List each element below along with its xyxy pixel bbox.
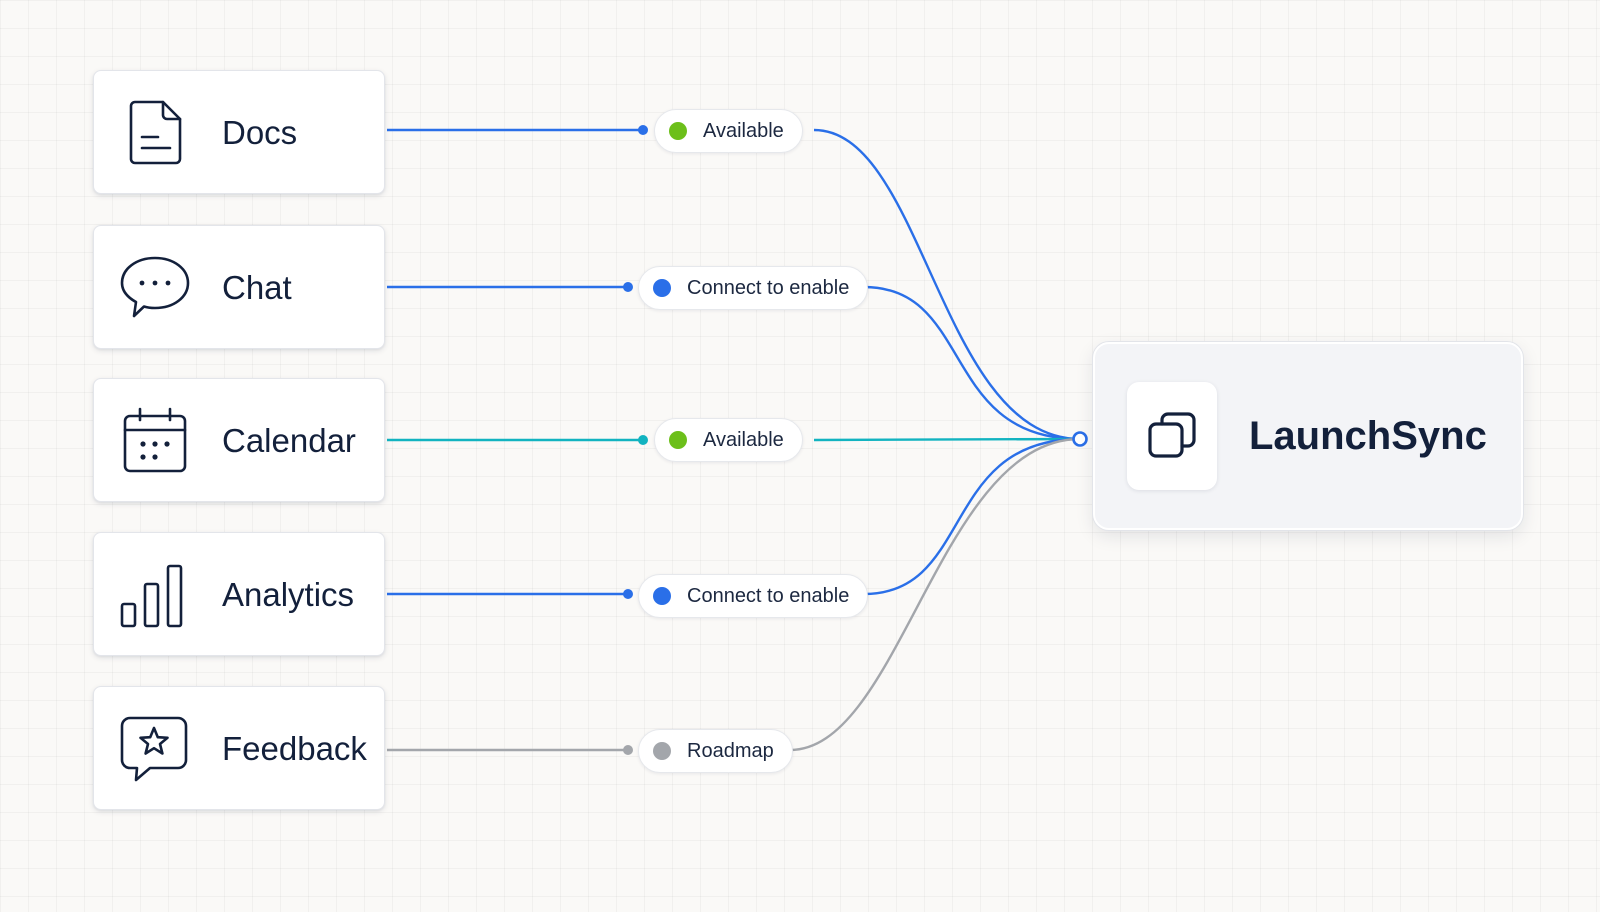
wire-feedback-endpoint (623, 745, 633, 755)
source-card-docs[interactable]: Docs (93, 70, 385, 194)
wire-chat-endpoint (623, 282, 633, 292)
source-label-chat: Chat (222, 269, 292, 306)
copy-icon (1148, 412, 1196, 458)
status-pill-feedback: Roadmap (638, 729, 793, 773)
wire-calendar-endpoint (638, 435, 648, 445)
hub-input-port[interactable] (1072, 431, 1088, 447)
source-label-docs: Docs (222, 114, 298, 151)
wire-analytics-curve (863, 437, 1081, 596)
source-label-analytics: Analytics (222, 576, 355, 613)
document-icon (118, 98, 192, 168)
status-label: Connect to enable (687, 584, 850, 607)
status-dot (653, 742, 671, 760)
status-dot (669, 431, 687, 449)
source-label-feedback: Feedback (222, 730, 367, 767)
status-dot (653, 587, 671, 605)
source-card-analytics[interactable]: Analytics (93, 532, 385, 656)
status-pill-calendar: Available (654, 418, 803, 462)
wire-chat-curve (863, 285, 1081, 441)
status-dot (669, 122, 687, 140)
status-label: Connect to enable (687, 276, 850, 299)
hub-icon-tile (1127, 382, 1217, 490)
wire-analytics-endpoint (623, 589, 633, 599)
source-card-calendar[interactable]: Calendar (93, 378, 385, 502)
status-label: Available (703, 119, 784, 142)
feedback-star-icon (118, 714, 192, 784)
source-card-chat[interactable]: Chat (93, 225, 385, 349)
hub-card-launchsync[interactable]: LaunchSync (1093, 342, 1523, 530)
wire-docs-endpoint (638, 125, 648, 135)
status-pill-docs: Available (654, 109, 803, 153)
wire-calendar-curve (813, 437, 1081, 442)
calendar-icon (118, 406, 192, 476)
status-label: Roadmap (687, 739, 774, 762)
status-dot (653, 279, 671, 297)
chat-bubble-icon (118, 253, 192, 323)
hub-title: LaunchSync (1249, 414, 1487, 458)
status-pill-chat[interactable]: Connect to enable (638, 266, 869, 310)
status-pill-analytics[interactable]: Connect to enable (638, 574, 869, 618)
source-card-feedback[interactable]: Feedback (93, 686, 385, 810)
status-label: Available (703, 428, 784, 451)
bar-chart-icon (118, 560, 192, 630)
source-label-calendar: Calendar (222, 422, 356, 459)
